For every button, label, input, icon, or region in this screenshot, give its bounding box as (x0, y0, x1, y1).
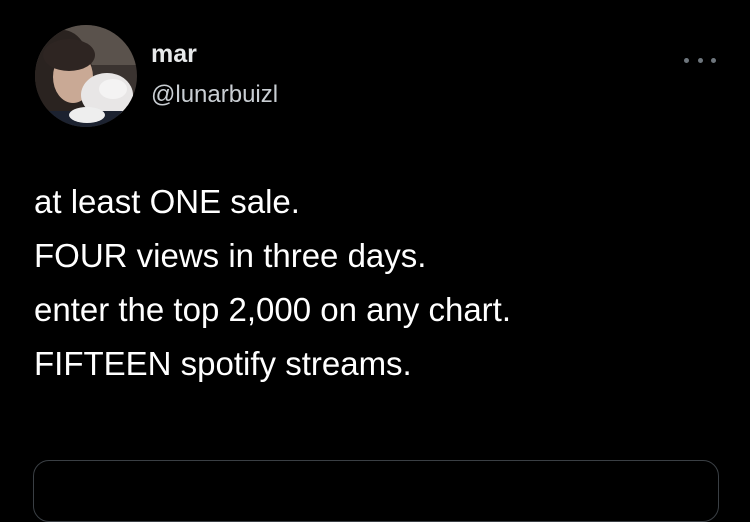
user-handle[interactable]: @lunarbuizl (151, 81, 278, 109)
tweet-line: FOUR views in three days. (34, 237, 427, 274)
ellipsis-icon (711, 57, 716, 63)
ellipsis-icon (684, 57, 689, 63)
ellipsis-icon (697, 57, 703, 63)
tweet-line: FIFTEEN spotify streams. (34, 345, 412, 382)
tweet-line: enter the top 2,000 on any chart. (34, 291, 512, 328)
display-name[interactable]: mar (151, 40, 197, 69)
profile-photo-icon (35, 25, 137, 127)
embedded-card[interactable] (33, 460, 719, 522)
tweet-text: at least ONE sale. FOUR views in three d… (34, 175, 734, 391)
avatar[interactable] (35, 25, 137, 127)
more-options-button[interactable] (684, 52, 716, 68)
tweet-line: at least ONE sale. (34, 183, 300, 220)
tweet: mar @lunarbuizl at least ONE sale. FOUR … (0, 0, 750, 522)
